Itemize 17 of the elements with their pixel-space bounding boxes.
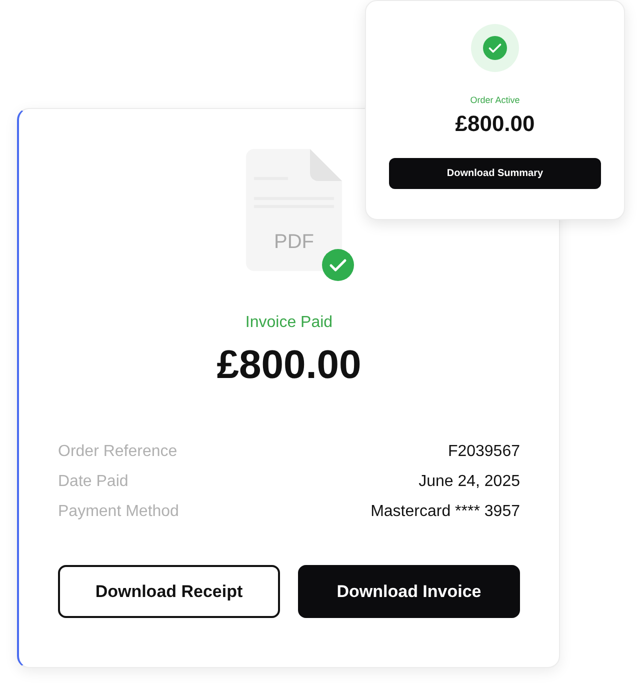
download-button[interactable]: Download Invoice	[298, 565, 520, 618]
download-summary-button[interactable]: Download Summary	[389, 158, 601, 188]
detail-label: Date Paid	[58, 472, 128, 492]
download-button[interactable]: Download Receipt	[58, 565, 280, 618]
status-text: Order Active	[470, 94, 520, 107]
file-type-label: PDF	[274, 230, 314, 255]
status-text: Invoice Paid	[245, 313, 333, 333]
detail-value: Mastercard **** 3957	[370, 502, 520, 522]
check-icon	[483, 36, 507, 60]
detail-label: Payment Method	[58, 502, 179, 522]
detail-label: Order Reference	[58, 442, 178, 462]
amount-text: £800.00	[216, 342, 362, 389]
document-icon	[246, 149, 342, 271]
detail-value: F2039567	[448, 442, 520, 462]
amount-text: £800.00	[455, 110, 535, 138]
check-icon	[322, 249, 354, 281]
detail-value: June 24, 2025	[418, 472, 520, 492]
